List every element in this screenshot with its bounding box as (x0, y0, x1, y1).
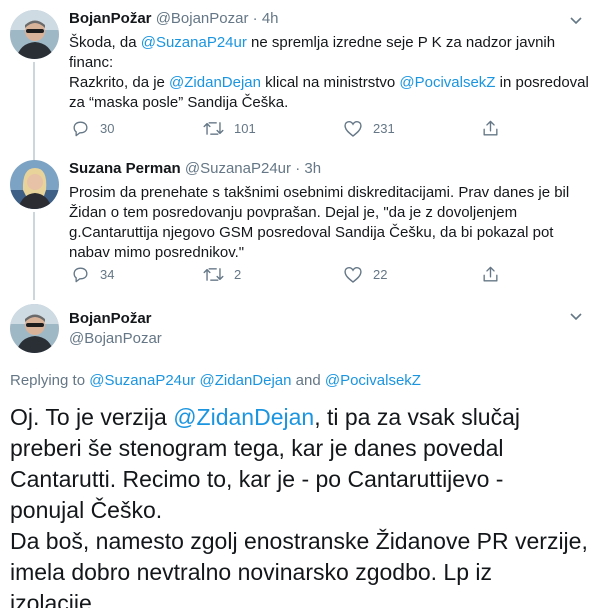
tweet-text: Škoda, da @SuzanaP24ur ne spremlja izred… (69, 34, 589, 111)
retweet-button[interactable]: 101 (203, 119, 256, 138)
thread-line (33, 212, 35, 300)
tweet-actions: 34 2 22 (69, 265, 509, 285)
like-button[interactable]: 231 (343, 119, 395, 138)
reply-icon (73, 267, 88, 283)
tweet-header: BojanPožar @BojanPozar · 4h (69, 10, 279, 27)
avatar-suzana[interactable] (10, 160, 59, 209)
user-handle-row: @BojanPozar (69, 330, 162, 347)
like-count: 231 (373, 121, 395, 136)
tweet-text: Prosim da prenehate s takšnimi osebnimi … (69, 184, 570, 261)
retweet-button[interactable]: 2 (203, 265, 241, 284)
reply-button[interactable]: 34 (71, 265, 114, 284)
replying-to: Replying to @SuzanaP24ur @ZidanDejan and… (10, 372, 421, 389)
chevron-down-icon[interactable] (566, 306, 586, 326)
mention-link[interactable]: @SuzanaP24ur (89, 372, 195, 389)
separator-dot: · (295, 160, 301, 177)
like-count: 22 (373, 267, 388, 282)
share-icon (483, 266, 498, 282)
tweet-actions: 30 101 231 (69, 119, 509, 139)
mention-link[interactable]: @PocivalsekZ (399, 74, 495, 91)
tweet-suzana[interactable]: Suzana Perman @SuzanaP24ur · 3h Prosim d… (0, 150, 600, 300)
heart-icon (344, 120, 362, 137)
mention-link[interactable]: @PocivalsekZ (325, 372, 421, 389)
separator-dot: · (252, 10, 258, 27)
heart-icon (344, 266, 362, 283)
retweet-icon (203, 268, 224, 281)
retweet-icon (203, 122, 224, 135)
avatar-bojan[interactable] (10, 10, 59, 59)
user-handle[interactable]: @SuzanaP24ur (185, 160, 291, 177)
reply-icon (73, 121, 88, 137)
tweet-header: BojanPožar (69, 310, 152, 327)
reply-count: 34 (100, 267, 115, 282)
tweet-header: Suzana Perman @SuzanaP24ur · 3h (69, 160, 321, 177)
user-handle[interactable]: @BojanPozar (156, 10, 249, 27)
display-name[interactable]: Suzana Perman (69, 160, 181, 177)
mention-link[interactable]: @SuzanaP24ur (141, 34, 247, 51)
timestamp[interactable]: 3h (304, 160, 321, 177)
retweet-count: 101 (234, 121, 256, 136)
display-name[interactable]: BojanPožar (69, 10, 152, 27)
mention-link[interactable]: @ZidanDejan (173, 404, 314, 430)
mention-link[interactable]: @ZidanDejan (169, 74, 261, 91)
thread-line (33, 62, 35, 162)
tweet-bojan-focused: BojanPožar @BojanPozar Replying to @Suza… (0, 292, 600, 608)
chevron-down-icon[interactable] (566, 10, 586, 30)
display-name[interactable]: BojanPožar (69, 310, 152, 327)
user-handle[interactable]: @BojanPozar (69, 330, 162, 347)
timestamp[interactable]: 4h (262, 10, 279, 27)
retweet-count: 2 (234, 267, 242, 282)
tweet-bojan-1[interactable]: BojanPožar @BojanPozar · 4h Škoda, da @S… (0, 0, 600, 162)
reply-button[interactable]: 30 (71, 119, 114, 138)
reply-count: 30 (100, 121, 115, 136)
share-button[interactable] (481, 265, 510, 284)
share-icon (483, 120, 498, 136)
tweet-text: Oj. To je verzija @ZidanDejan, ti pa za … (10, 404, 588, 608)
avatar-bojan[interactable] (10, 304, 59, 353)
mention-link[interactable]: @ZidanDejan (200, 372, 292, 389)
share-button[interactable] (481, 119, 510, 138)
like-button[interactable]: 22 (343, 265, 387, 284)
